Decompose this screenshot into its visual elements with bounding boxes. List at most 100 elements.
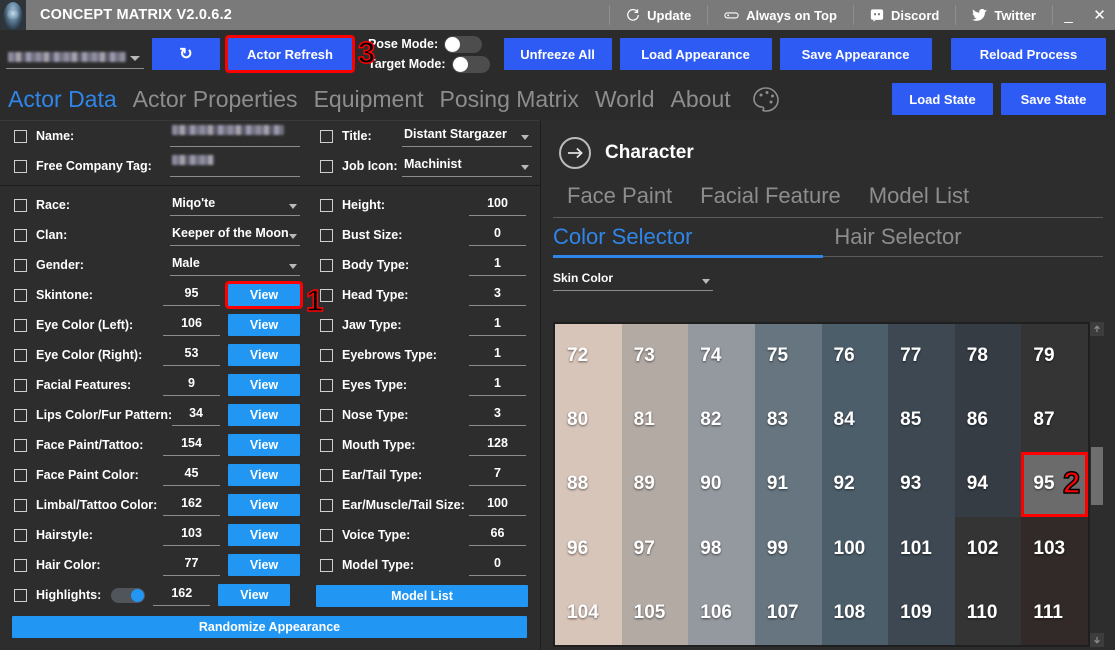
swatch-86[interactable]: 86 <box>954 388 1022 453</box>
swatch-80[interactable]: 80 <box>555 388 622 453</box>
swatch-107[interactable]: 107 <box>754 580 822 645</box>
swatch-87[interactable]: 87 <box>1021 388 1088 453</box>
checkbox-body-type[interactable] <box>320 258 333 272</box>
highlights-value[interactable]: 162 <box>153 584 210 603</box>
height-value[interactable]: 100 <box>469 194 526 213</box>
pose-mode-toggle[interactable] <box>444 35 483 53</box>
face-paint-tattoo-value[interactable]: 154 <box>163 434 220 453</box>
checkbox-clan[interactable] <box>14 228 27 242</box>
actor-refresh-button[interactable]: Actor Refresh <box>225 35 355 73</box>
scroll-down-arrow-icon[interactable] <box>1090 633 1104 647</box>
facial-features-value[interactable]: 9 <box>163 374 220 393</box>
load-appearance-button[interactable]: Load Appearance <box>619 38 772 70</box>
title-value[interactable]: Distant Stargazer <box>402 125 532 144</box>
eyebrows-type-value[interactable]: 1 <box>469 344 526 363</box>
tab-equipment[interactable]: Equipment <box>314 86 424 113</box>
eyes-type-value[interactable]: 1 <box>469 374 526 393</box>
checkbox-hair-color[interactable] <box>14 558 27 572</box>
model-type-value[interactable]: 0 <box>469 554 526 573</box>
checkbox-jaw-type[interactable] <box>320 318 333 332</box>
tab-color-selector[interactable]: Color Selector <box>541 224 704 250</box>
eye-color-right-value[interactable]: 53 <box>163 344 220 363</box>
face-paint-color-view-button[interactable]: View <box>228 464 300 486</box>
head-type-value[interactable]: 3 <box>469 284 526 303</box>
lips-color-value[interactable]: 34 <box>172 404 220 423</box>
checkbox-ear-muscle-tail-size[interactable] <box>320 498 333 512</box>
swatch-103[interactable]: 103 <box>1021 516 1088 581</box>
tab-actor-data[interactable]: Actor Data <box>8 86 117 113</box>
swatch-74[interactable]: 74 <box>688 324 755 389</box>
swatch-98[interactable]: 98 <box>688 516 755 581</box>
checkbox-face-paint-color[interactable] <box>14 468 27 482</box>
hair-color-value[interactable]: 77 <box>163 554 220 573</box>
swatch-106[interactable]: 106 <box>688 580 755 645</box>
fc-tag-value-blurred[interactable] <box>172 155 214 165</box>
tab-about[interactable]: About <box>671 86 731 113</box>
target-mode-toggle[interactable] <box>451 55 490 73</box>
bust-size-value[interactable]: 0 <box>469 224 526 243</box>
swatch-96[interactable]: 96 <box>555 516 622 581</box>
swatch-91[interactable]: 91 <box>754 452 822 517</box>
tab-face-paint[interactable]: Face Paint <box>553 183 686 209</box>
checkbox-eyes-type[interactable] <box>320 378 333 392</box>
checkbox-facial-features[interactable] <box>14 378 27 392</box>
minimize-button[interactable]: _ <box>1053 0 1084 30</box>
checkbox-skintone[interactable] <box>14 288 27 302</box>
twitter-button[interactable]: Twitter <box>956 0 1052 30</box>
eye-color-left-view-button[interactable]: View <box>228 314 300 336</box>
tab-world[interactable]: World <box>595 86 655 113</box>
swatch-78[interactable]: 78 <box>954 324 1022 389</box>
checkbox-height[interactable] <box>320 198 333 212</box>
swatch-99[interactable]: 99 <box>754 516 822 581</box>
body-type-value[interactable]: 1 <box>469 254 526 273</box>
voice-type-value[interactable]: 66 <box>469 524 526 543</box>
checkbox-face-paint-tattoo[interactable] <box>14 438 27 452</box>
skintone-value[interactable]: 95 <box>163 284 220 303</box>
checkbox-job-icon[interactable] <box>320 159 333 173</box>
swatch-90[interactable]: 90 <box>688 452 755 517</box>
checkbox-hairstyle[interactable] <box>14 528 27 542</box>
checkbox-gender[interactable] <box>14 258 27 272</box>
lips-color-view-button[interactable]: View <box>228 404 300 426</box>
highlights-view-button[interactable]: View <box>218 584 291 606</box>
swatch-76[interactable]: 76 <box>821 324 889 389</box>
tab-hair-selector[interactable]: Hair Selector <box>822 224 973 250</box>
save-state-button[interactable]: Save State <box>1001 83 1106 115</box>
always-on-top-button[interactable]: Always on Top <box>708 0 853 30</box>
randomize-appearance-button[interactable]: Randomize Appearance <box>12 616 527 638</box>
color-category-select[interactable]: Skin Color <box>553 269 713 291</box>
swatch-72[interactable]: 72 <box>555 324 622 389</box>
swatch-79[interactable]: 79 <box>1021 324 1088 389</box>
swatch-111[interactable]: 111 <box>1021 580 1088 645</box>
swatch-77[interactable]: 77 <box>888 324 955 389</box>
swatch-109[interactable]: 109 <box>888 580 955 645</box>
tab-model-list[interactable]: Model List <box>855 183 983 209</box>
ear-tail-type-value[interactable]: 7 <box>469 464 526 483</box>
swatch-93[interactable]: 93 <box>888 452 955 517</box>
swatch-73[interactable]: 73 <box>621 324 689 389</box>
checkbox-title[interactable] <box>320 129 333 143</box>
reload-process-button[interactable]: Reload Process <box>951 38 1106 70</box>
swatch-85[interactable]: 85 <box>888 388 955 453</box>
gender-value[interactable]: Male <box>170 254 300 273</box>
swatch-75[interactable]: 75 <box>754 324 822 389</box>
hairstyle-view-button[interactable]: View <box>228 524 300 546</box>
checkbox-eyebrows-type[interactable] <box>320 348 333 362</box>
swatch-89[interactable]: 89 <box>621 452 689 517</box>
checkbox-free-company-tag[interactable] <box>14 159 27 173</box>
checkbox-limbal-tattoo-color[interactable] <box>14 498 27 512</box>
swatch-102[interactable]: 102 <box>954 516 1022 581</box>
tab-facial-feature[interactable]: Facial Feature <box>686 183 855 209</box>
limbal-tattoo-color-value[interactable]: 162 <box>163 494 220 513</box>
arrow-right-circle-icon[interactable] <box>559 137 591 169</box>
swatch-88[interactable]: 88 <box>555 452 622 517</box>
checkbox-bust-size[interactable] <box>320 228 333 242</box>
refresh-icon-button[interactable]: ↻ <box>152 38 220 70</box>
swatch-97[interactable]: 97 <box>621 516 689 581</box>
nose-type-value[interactable]: 3 <box>469 404 526 423</box>
swatch-105[interactable]: 105 <box>621 580 689 645</box>
swatch-101[interactable]: 101 <box>888 516 955 581</box>
swatch-84[interactable]: 84 <box>821 388 889 453</box>
swatch-92[interactable]: 92 <box>821 452 889 517</box>
checkbox-name[interactable] <box>14 129 27 143</box>
